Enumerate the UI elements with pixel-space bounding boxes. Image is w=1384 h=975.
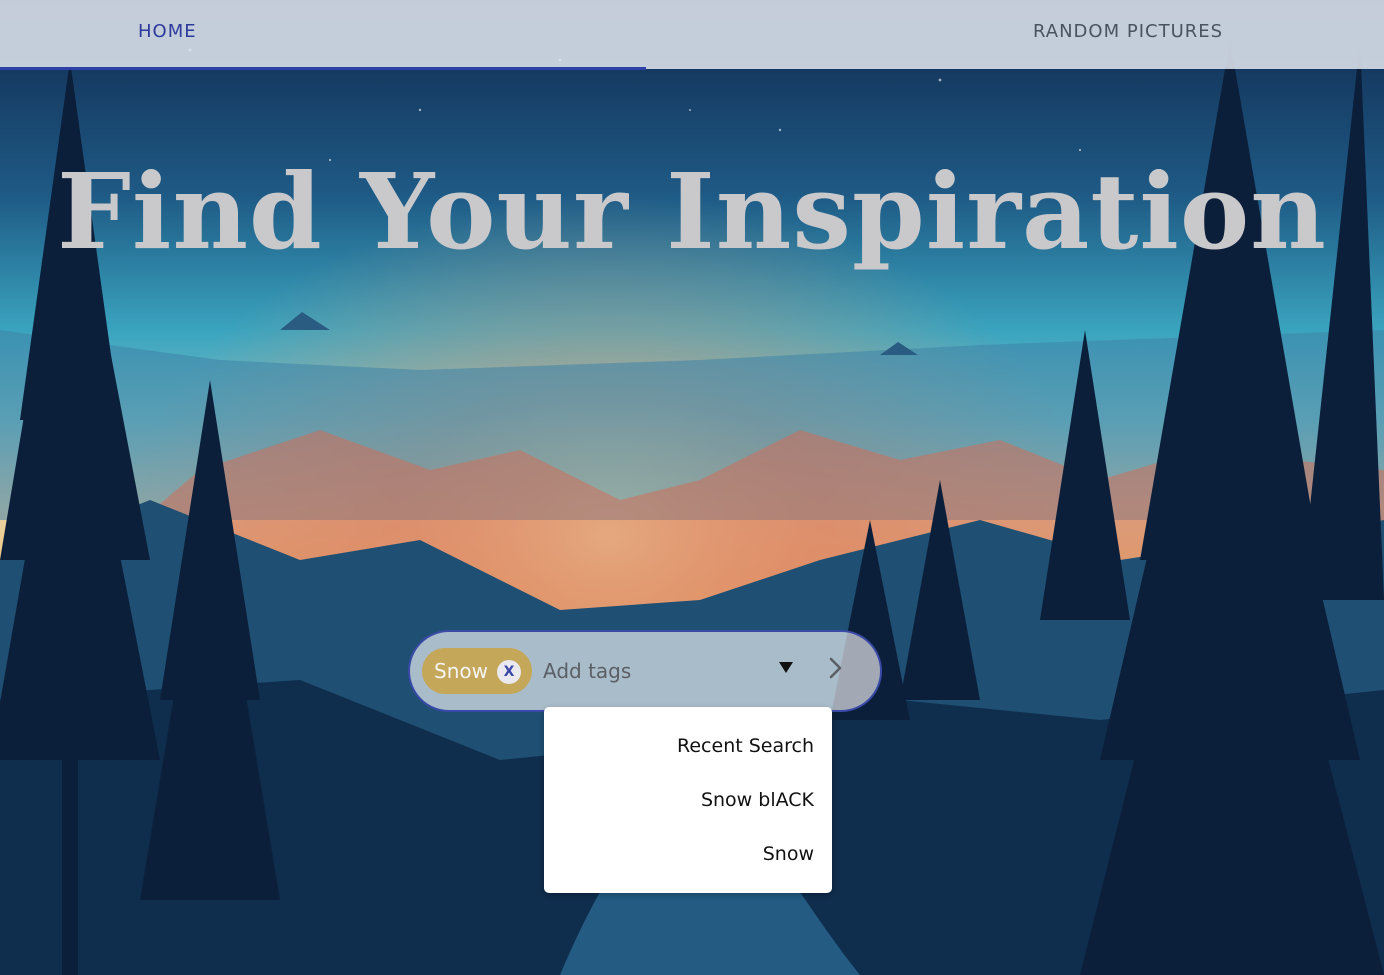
add-tags-input[interactable] (543, 650, 763, 692)
tab-random-pictures[interactable]: RANDOM PICTURES (646, 0, 1384, 67)
tag-suggestions-menu: Recent Search Snow blACK Snow (544, 707, 832, 893)
menu-item-snow[interactable]: Snow (763, 839, 814, 869)
menu-item-recent-search[interactable]: Recent Search (677, 731, 814, 761)
top-navigation: HOME RANDOM PICTURES (0, 0, 1384, 70)
remove-tag-button[interactable]: X (497, 660, 521, 684)
tab-home-label: HOME (138, 21, 197, 42)
menu-item-snow-black[interactable]: Snow blACK (701, 785, 814, 815)
hero-title: Find Your Inspiration (57, 150, 1327, 273)
tab-random-pictures-label: RANDOM PICTURES (1033, 21, 1224, 42)
tag-search-bar: Snow X (408, 630, 882, 712)
caret-down-icon[interactable] (777, 658, 795, 676)
chevron-right-icon[interactable] (823, 655, 847, 681)
tag-chip-label: Snow (434, 659, 488, 683)
tab-home[interactable]: HOME (0, 0, 646, 70)
tag-chip-snow: Snow X (422, 648, 532, 694)
